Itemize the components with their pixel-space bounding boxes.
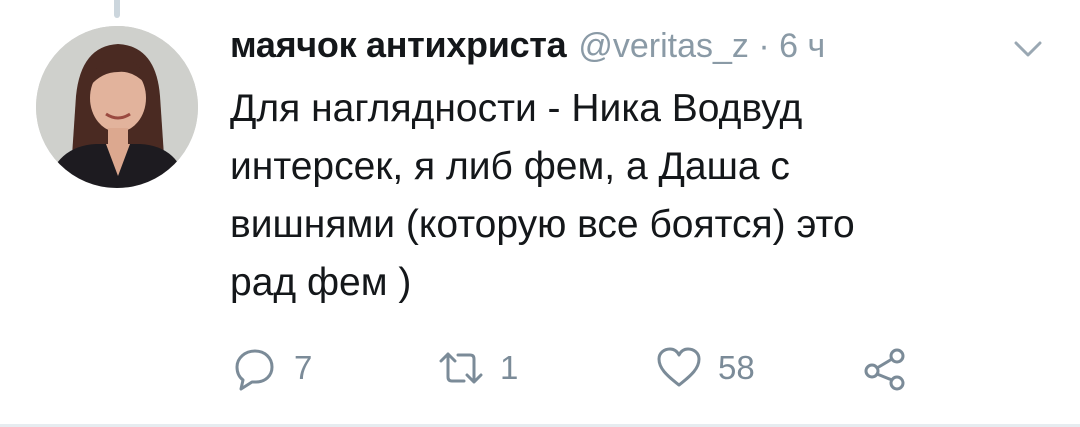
reply-count: 7: [294, 349, 313, 386]
chevron-down-icon[interactable]: [1008, 36, 1048, 62]
retweet-button[interactable]: 1: [438, 342, 518, 394]
retweet-count: 1: [500, 349, 519, 386]
thread-connector-line: [114, 0, 120, 18]
author-name[interactable]: маячок антихриста: [230, 24, 567, 66]
reply-button[interactable]: 7: [232, 342, 312, 394]
author-handle-and-time[interactable]: @veritas_z · 6 ч: [578, 27, 825, 66]
tweet-actions: 7 1 58: [232, 342, 952, 394]
retweet-icon: [438, 345, 484, 391]
like-count: 58: [718, 349, 755, 386]
avatar-image: [36, 26, 198, 188]
reply-bubble-icon: [232, 345, 278, 391]
share-button[interactable]: [862, 342, 908, 394]
tweet-text: Для наглядности - Ника Водвуд интерсек, …: [230, 87, 855, 304]
share-icon: [862, 345, 908, 391]
heart-icon: [656, 345, 702, 391]
tweet-header: маячок антихриста @veritas_z · 6 ч: [230, 24, 825, 70]
like-button[interactable]: 58: [656, 342, 755, 394]
avatar[interactable]: [36, 26, 198, 188]
